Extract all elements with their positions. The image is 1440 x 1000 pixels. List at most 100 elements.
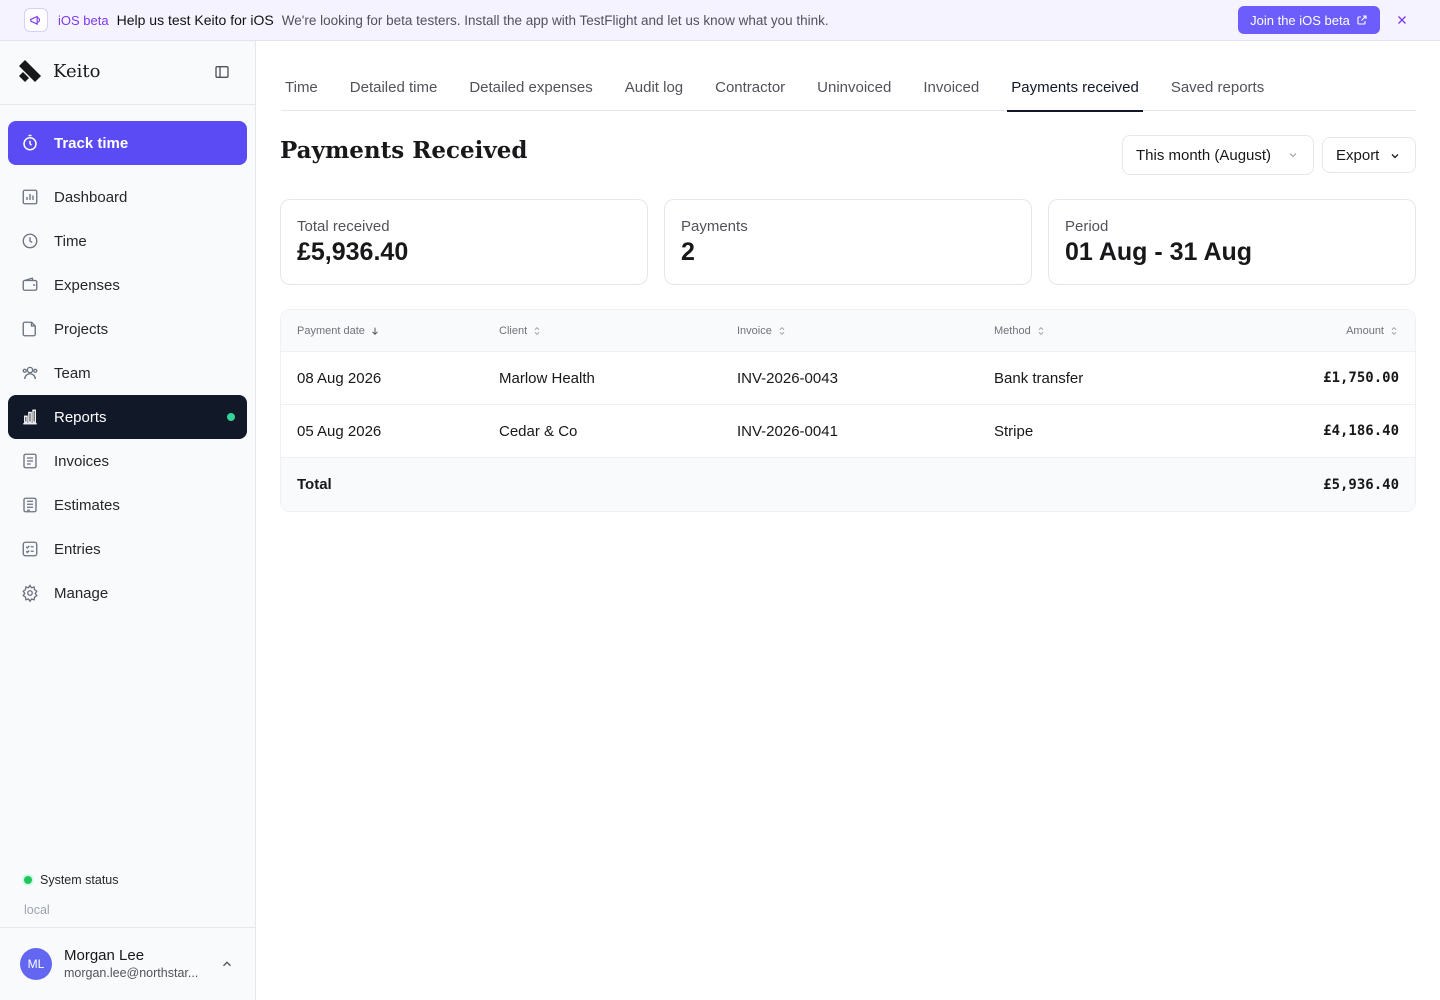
card-value: 2 (681, 238, 695, 266)
tab-invoiced[interactable]: Invoiced (919, 41, 983, 111)
banner-text: We're looking for beta testers. Install … (281, 12, 829, 28)
avatar: ML (20, 947, 52, 980)
estimate-icon (20, 495, 40, 515)
sort-icon (1391, 326, 1397, 335)
client-cell: Marlow Health (499, 369, 595, 387)
payment-date-cell: 08 Aug 2026 (297, 369, 382, 387)
tab-detailed-time[interactable]: Detailed time (346, 41, 442, 111)
users-icon (20, 363, 40, 383)
tab-uninvoiced[interactable]: Uninvoiced (813, 41, 895, 111)
method-cell: Bank transfer (994, 369, 1084, 387)
sidebar-item-reports[interactable]: Reports (8, 395, 247, 439)
keito-logo-icon (19, 60, 41, 82)
clock-icon (20, 231, 40, 251)
system-status[interactable]: System status (24, 873, 119, 887)
sidebar-item-entries[interactable]: Entries (8, 527, 247, 571)
column-header-client[interactable]: Client (499, 325, 737, 337)
sidebar-item-label: Time (54, 232, 87, 250)
stopwatch-icon (20, 133, 40, 153)
invoice-cell[interactable]: INV-2026-0041 (737, 423, 994, 440)
amount-cell: £1,750.00 (1323, 370, 1399, 386)
column-header-method[interactable]: Method (994, 325, 1194, 337)
tab-detailed-expenses[interactable]: Detailed expenses (465, 41, 596, 111)
track-time-button[interactable]: Track time (8, 121, 247, 165)
status-label: System status (40, 873, 119, 887)
banner-tag: iOS beta (58, 12, 109, 28)
period-select[interactable]: This month (August) (1122, 135, 1314, 175)
user-menu[interactable]: ML Morgan Lee morgan.lee@northstar... (20, 947, 206, 980)
sidebar-item-dashboard[interactable]: Dashboard (8, 175, 247, 219)
tab-audit-log[interactable]: Audit log (621, 41, 687, 111)
column-header-payment-date[interactable]: Payment date (281, 325, 499, 337)
sidebar-item-manage[interactable]: Manage (8, 571, 247, 615)
invoice-cell[interactable]: INV-2026-0043 (737, 370, 994, 387)
megaphone-icon (24, 8, 48, 32)
page-title: Payments Received (280, 137, 528, 164)
user-email: morgan.lee@northstar... (64, 966, 199, 980)
dashboard-icon (20, 187, 40, 207)
brand-name: Keito (53, 60, 101, 82)
close-banner-icon[interactable] (1394, 12, 1410, 28)
folder-icon (20, 319, 40, 339)
sort-icon (534, 326, 540, 335)
payments-table: Payment date Client Invoice Method Amoun… (280, 309, 1416, 512)
sidebar-nav: Track time Dashboard Time Expenses Proje… (8, 121, 247, 615)
sidebar-item-invoices[interactable]: Invoices (8, 439, 247, 483)
environment-label: local (24, 903, 50, 917)
report-tabs: Time Detailed time Detailed expenses Aud… (281, 41, 1416, 112)
divider (0, 927, 255, 928)
sidebar-item-team[interactable]: Team (8, 351, 247, 395)
sidebar-item-estimates[interactable]: Estimates (8, 483, 247, 527)
table-row[interactable]: 08 Aug 2026 Marlow Health INV-2026-0043 … (281, 352, 1415, 405)
card-value: 01 Aug - 31 Aug (1065, 238, 1253, 266)
export-button[interactable]: Export (1322, 137, 1416, 173)
total-amount: £5,936.40 (1323, 476, 1399, 493)
sidebar-item-label: Estimates (54, 496, 120, 514)
tab-time[interactable]: Time (281, 41, 322, 111)
export-label: Export (1336, 146, 1380, 164)
column-header-label: Method (994, 324, 1031, 337)
sort-icon (1038, 326, 1044, 335)
tab-saved-reports[interactable]: Saved reports (1167, 41, 1268, 111)
sidebar-item-projects[interactable]: Projects (8, 307, 247, 351)
main-content: Time Detailed time Detailed expenses Aud… (256, 41, 1440, 1000)
sidebar-item-expenses[interactable]: Expenses (8, 263, 247, 307)
summary-cards: Total received £5,936.40 Payments 2 Peri… (280, 199, 1416, 285)
external-link-icon (1357, 15, 1367, 25)
column-header-label: Invoice (737, 324, 772, 337)
column-header-amount[interactable]: Amount (1194, 325, 1415, 337)
sidebar-item-time[interactable]: Time (8, 219, 247, 263)
total-received-card: Total received £5,936.40 (280, 199, 648, 285)
period-card: Period 01 Aug - 31 Aug (1048, 199, 1416, 285)
brand[interactable]: Keito (17, 58, 100, 84)
table-row[interactable]: 05 Aug 2026 Cedar & Co INV-2026-0041 Str… (281, 405, 1415, 458)
table-header: Payment date Client Invoice Method Amoun… (281, 310, 1415, 352)
divider (0, 104, 255, 105)
invoice-icon (20, 451, 40, 471)
payment-date-cell: 05 Aug 2026 (297, 422, 382, 440)
sort-desc-icon (372, 327, 378, 335)
track-time-label: Track time (54, 134, 129, 152)
column-header-label: Amount (1346, 324, 1384, 337)
sidebar-item-label: Projects (54, 320, 109, 338)
card-value: £5,936.40 (297, 238, 409, 266)
card-label: Total received (297, 218, 390, 235)
tab-payments-received[interactable]: Payments received (1007, 41, 1143, 112)
join-ios-beta-button[interactable]: Join the iOS beta (1238, 6, 1380, 34)
join-ios-beta-label: Join the iOS beta (1250, 12, 1350, 28)
sidebar: Keito Track time Dashboard Time Expenses… (0, 41, 256, 1000)
column-header-invoice[interactable]: Invoice (737, 325, 994, 337)
table-total-row: Total £5,936.40 (281, 458, 1415, 511)
user-name: Morgan Lee (64, 947, 145, 964)
card-label: Period (1065, 218, 1109, 235)
total-label: Total (297, 476, 332, 493)
bar-chart-icon (20, 407, 40, 427)
tab-contractor[interactable]: Contractor (711, 41, 789, 111)
checklist-icon (20, 539, 40, 559)
chevron-up-icon[interactable] (220, 957, 234, 971)
column-header-label: Client (499, 324, 528, 337)
client-cell: Cedar & Co (499, 422, 578, 440)
sidebar-item-label: Manage (54, 584, 109, 602)
sidebar-toggle-icon[interactable] (214, 64, 232, 82)
sidebar-item-label: Team (54, 364, 91, 382)
